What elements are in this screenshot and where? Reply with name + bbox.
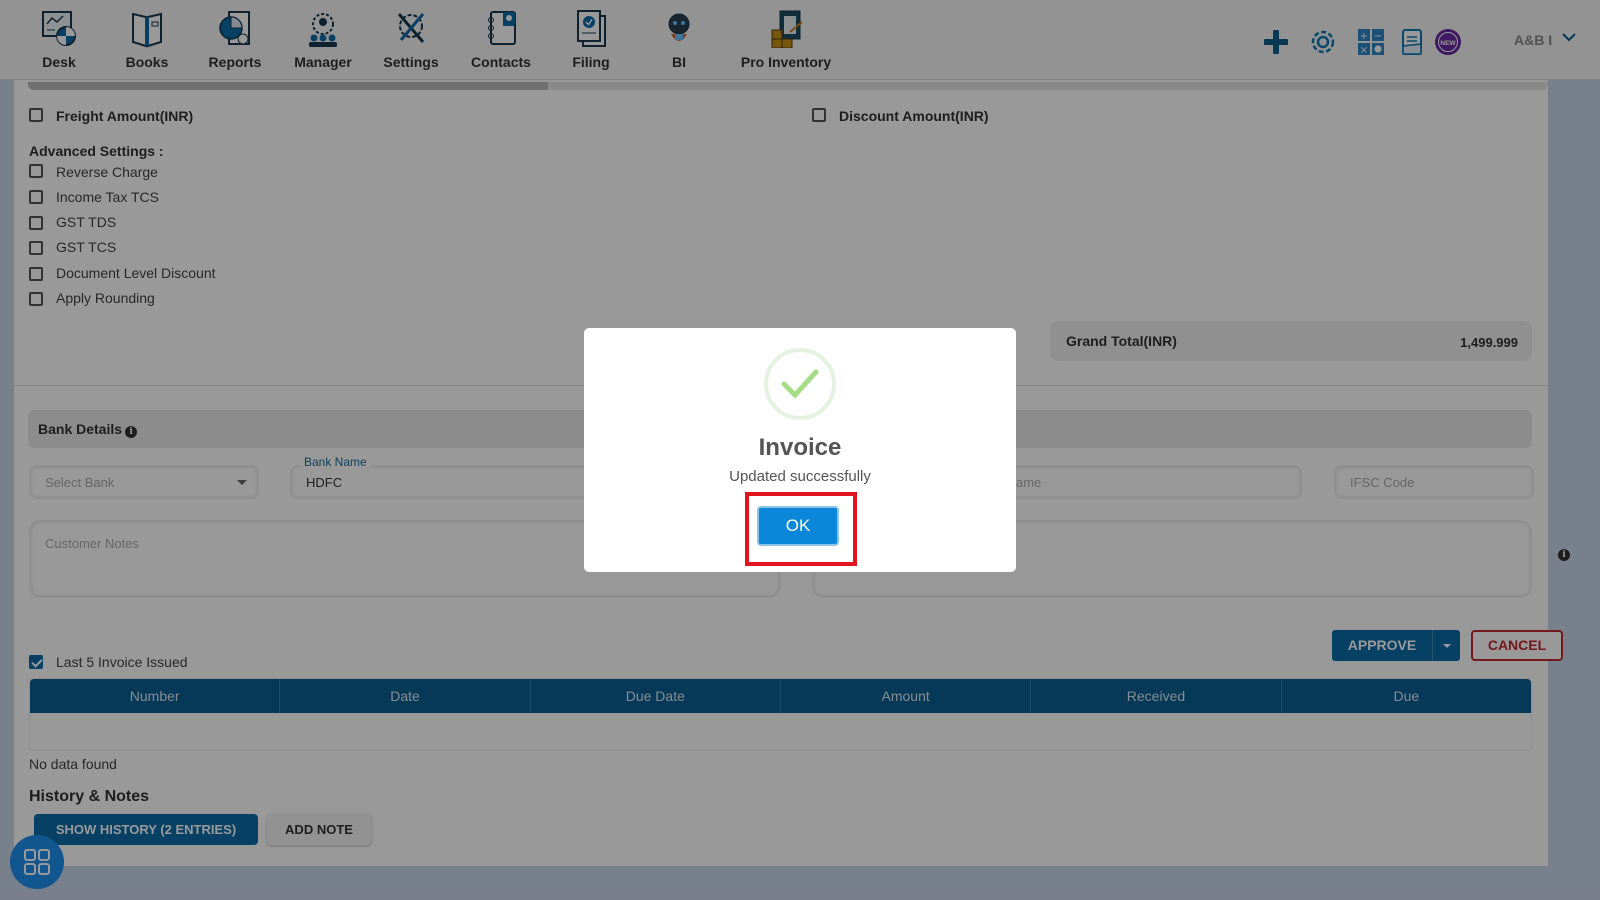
success-dialog: Invoice Updated successfully OK <box>584 328 1016 572</box>
dialog-message: Updated successfully <box>729 468 871 485</box>
ok-button[interactable]: OK <box>757 506 839 546</box>
success-check-icon <box>764 348 836 420</box>
dialog-title: Invoice <box>758 434 842 461</box>
